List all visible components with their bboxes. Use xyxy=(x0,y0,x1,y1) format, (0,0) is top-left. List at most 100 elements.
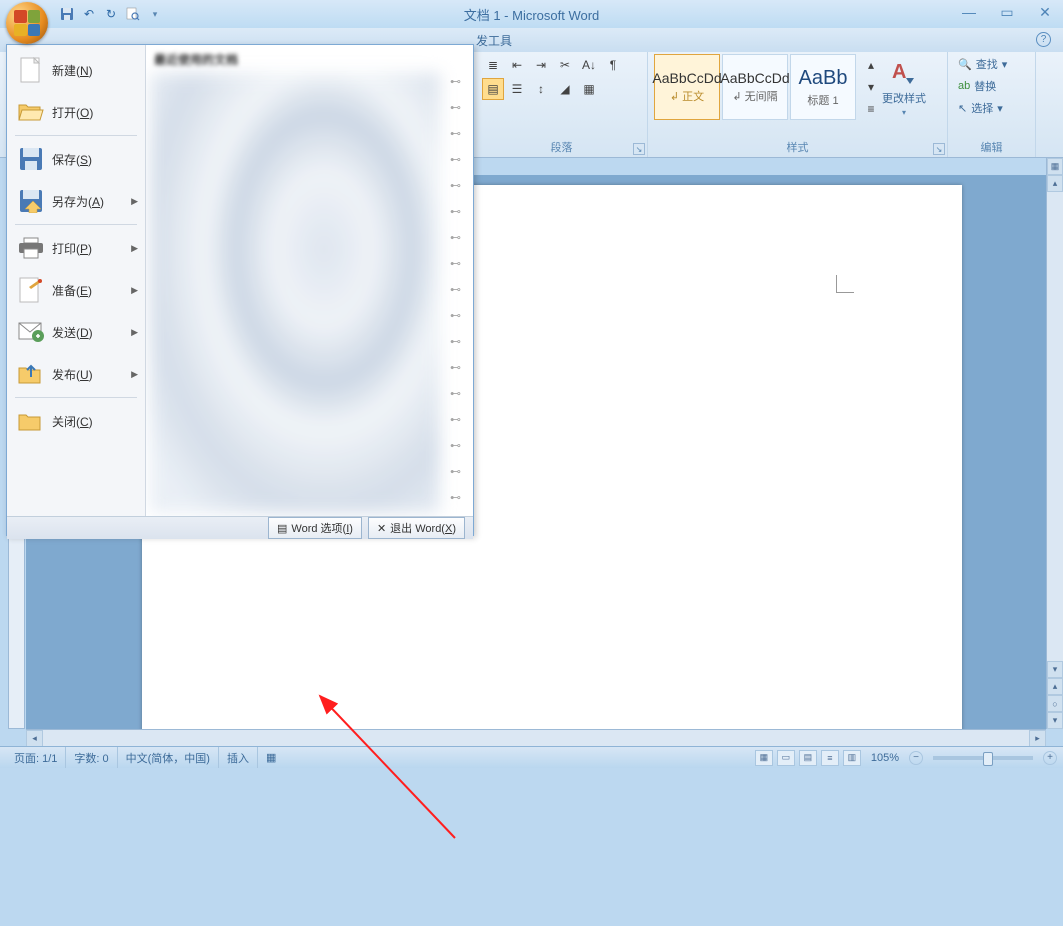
pin-icon[interactable]: ⊷ xyxy=(450,205,461,218)
recent-item[interactable]: ⊷ xyxy=(154,458,465,484)
prev-page-button[interactable]: ▴ xyxy=(1047,678,1063,695)
minimize-button[interactable]: — xyxy=(957,4,981,20)
menu-send[interactable]: 发送(D) ▶ xyxy=(9,311,143,353)
align-left-button[interactable]: ▤ xyxy=(482,78,504,100)
menu-save[interactable]: 保存(S) xyxy=(9,138,143,180)
pin-icon[interactable]: ⊷ xyxy=(450,179,461,192)
view-outline[interactable]: ≡ xyxy=(821,750,839,766)
pin-icon[interactable]: ⊷ xyxy=(450,153,461,166)
recent-item[interactable]: ⊷ xyxy=(154,276,465,302)
close-button[interactable]: ✕ xyxy=(1033,4,1057,20)
style-normal[interactable]: AaBbCcDd ↲ 正文 xyxy=(654,54,720,120)
status-macro[interactable]: ▦ xyxy=(258,747,284,768)
pin-icon[interactable]: ⊷ xyxy=(450,335,461,348)
recent-item[interactable]: ⊷ xyxy=(154,120,465,146)
recent-item[interactable]: ⊷ xyxy=(154,198,465,224)
pin-icon[interactable]: ⊷ xyxy=(450,257,461,270)
qat-save-button[interactable] xyxy=(58,5,76,23)
scroll-left-button[interactable]: ◂ xyxy=(26,730,43,747)
recent-item[interactable]: ⊷ xyxy=(154,94,465,120)
recent-item[interactable]: ⊷ xyxy=(154,68,465,94)
horizontal-scrollbar[interactable]: ◂ ▸ xyxy=(26,729,1046,746)
pin-icon[interactable]: ⊷ xyxy=(450,231,461,244)
recent-item[interactable]: ⊷ xyxy=(154,224,465,250)
select-button[interactable]: ↖选择 ▾ xyxy=(954,98,1029,118)
tab-developer[interactable]: 发工具 xyxy=(476,32,512,49)
menu-saveas[interactable]: 另存为(A) ▶ xyxy=(9,180,143,222)
ruler-toggle[interactable]: ▦ xyxy=(1047,158,1063,175)
pin-icon[interactable]: ⊷ xyxy=(450,387,461,400)
status-language[interactable]: 中文(简体，中国) xyxy=(118,747,219,768)
styles-launcher[interactable]: ↘ xyxy=(933,143,945,155)
zoom-in-button[interactable]: + xyxy=(1043,751,1057,765)
view-draft[interactable]: ▥ xyxy=(843,750,861,766)
recent-item[interactable]: ⊷ xyxy=(154,484,465,510)
borders-button[interactable]: ▦ xyxy=(578,78,600,100)
view-full-reading[interactable]: ▭ xyxy=(777,750,795,766)
status-mode[interactable]: 插入 xyxy=(219,747,258,768)
replace-button[interactable]: ab替换 xyxy=(954,76,1029,96)
paragraph-launcher[interactable]: ↘ xyxy=(633,143,645,155)
recent-item[interactable]: ⊷ xyxy=(154,354,465,380)
pin-icon[interactable]: ⊷ xyxy=(450,491,461,504)
next-page-button[interactable]: ▾ xyxy=(1047,712,1063,729)
menu-new[interactable]: 新建(N) xyxy=(9,49,143,91)
maximize-button[interactable]: ▭ xyxy=(995,4,1019,20)
qat-redo-button[interactable]: ↻ xyxy=(102,5,120,23)
help-button[interactable]: ? xyxy=(1036,32,1051,47)
pin-icon[interactable]: ⊷ xyxy=(450,75,461,88)
sort-button[interactable]: A↓ xyxy=(578,54,600,76)
menu-print[interactable]: 打印(P) ▶ xyxy=(9,227,143,269)
find-button[interactable]: 🔍查找 ▾ xyxy=(954,54,1029,74)
menu-prepare[interactable]: 准备(E) ▶ xyxy=(9,269,143,311)
recent-item[interactable]: ⊷ xyxy=(154,302,465,328)
pin-icon[interactable]: ⊷ xyxy=(450,413,461,426)
toggle-marks-button[interactable]: ✂ xyxy=(554,54,576,76)
scroll-down-button[interactable]: ▾ xyxy=(1047,661,1063,678)
list-bullets-button[interactable]: ≣ xyxy=(482,54,504,76)
view-web[interactable]: ▤ xyxy=(799,750,817,766)
pin-icon[interactable]: ⊷ xyxy=(450,465,461,478)
zoom-out-button[interactable]: − xyxy=(909,751,923,765)
office-button[interactable] xyxy=(6,2,48,44)
zoom-slider[interactable] xyxy=(933,756,1033,760)
exit-word-button[interactable]: ✕ 退出 Word(X) xyxy=(368,517,465,539)
indent-decrease-button[interactable]: ⇤ xyxy=(506,54,528,76)
change-styles-button[interactable]: A 更改样式 ▾ xyxy=(876,54,932,119)
pin-icon[interactable]: ⊷ xyxy=(450,439,461,452)
browse-object-button[interactable]: ○ xyxy=(1047,695,1063,712)
scroll-up-button[interactable]: ▴ xyxy=(1047,175,1063,192)
pin-icon[interactable]: ⊷ xyxy=(450,101,461,114)
menu-open[interactable]: 打开(O) xyxy=(9,91,143,133)
pin-icon[interactable]: ⊷ xyxy=(450,127,461,140)
recent-item[interactable]: ⊷ xyxy=(154,432,465,458)
recent-item[interactable]: ⊷ xyxy=(154,406,465,432)
pin-icon[interactable]: ⊷ xyxy=(450,361,461,374)
shading-button[interactable]: ◢ xyxy=(554,78,576,100)
recent-item[interactable]: ⊷ xyxy=(154,146,465,172)
word-options-button[interactable]: ▤ Word 选项(I) xyxy=(268,517,362,539)
show-marks-button[interactable]: ¶ xyxy=(602,54,624,76)
line-spacing-button[interactable]: ↕ xyxy=(530,78,552,100)
qat-undo-button[interactable]: ↶ xyxy=(80,5,98,23)
style-heading1[interactable]: AaBb 标题 1 xyxy=(790,54,856,120)
status-page[interactable]: 页面: 1/1 xyxy=(6,747,66,768)
zoom-level[interactable]: 105% xyxy=(871,752,899,764)
recent-item[interactable]: ⊷ xyxy=(154,328,465,354)
recent-item[interactable]: ⊷ xyxy=(154,380,465,406)
indent-increase-button[interactable]: ⇥ xyxy=(530,54,552,76)
pin-icon[interactable]: ⊷ xyxy=(450,309,461,322)
view-print-layout[interactable]: ▦ xyxy=(755,750,773,766)
recent-item[interactable]: ⊷ xyxy=(154,172,465,198)
recent-item[interactable]: ⊷ xyxy=(154,250,465,276)
status-words[interactable]: 字数: 0 xyxy=(66,747,117,768)
pin-icon[interactable]: ⊷ xyxy=(450,283,461,296)
menu-publish[interactable]: 发布(U) ▶ xyxy=(9,353,143,395)
scroll-right-button[interactable]: ▸ xyxy=(1029,730,1046,747)
qat-preview-button[interactable] xyxy=(124,5,142,23)
vertical-scrollbar[interactable]: ▦ ▴ ▾ ▴ ○ ▾ xyxy=(1046,158,1063,729)
qat-customize-button[interactable]: ▾ xyxy=(146,5,164,23)
align-center-button[interactable]: ☰ xyxy=(506,78,528,100)
style-no-spacing[interactable]: AaBbCcDd ↲ 无间隔 xyxy=(722,54,788,120)
menu-close[interactable]: 关闭(C) xyxy=(9,400,143,442)
